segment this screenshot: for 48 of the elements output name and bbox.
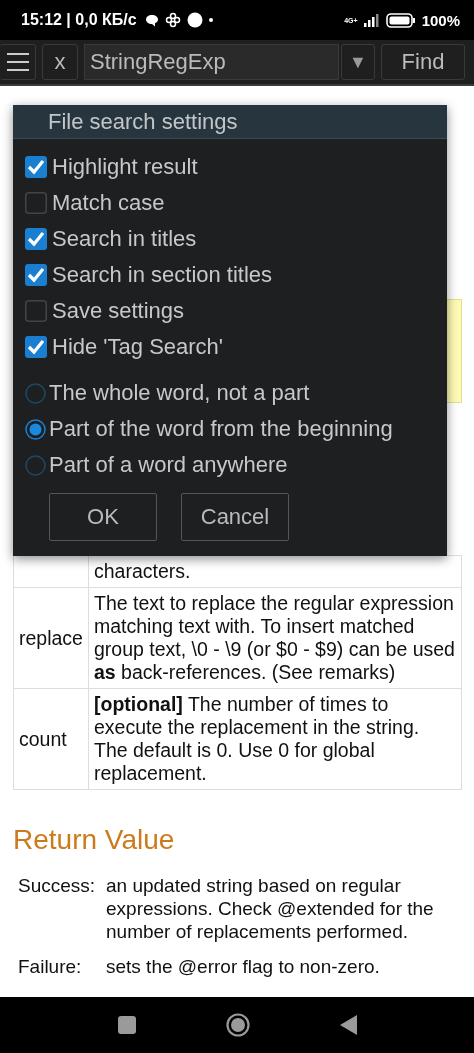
param-description: The text to replace the regular expression matching text with. To insert matched group text, \0 - \9 (or $0 - $9) can be used as back-references. (See remarks) [94,592,455,683]
return-text: sets the @error flag to non-zero. [106,955,380,978]
option-label: Part of a word anywhere [49,452,288,478]
chat-icon [144,13,159,27]
signal-icon [363,13,380,27]
radio-button[interactable] [25,454,46,476]
home-icon[interactable] [225,1013,250,1037]
back-icon[interactable] [339,1015,357,1035]
menu-button[interactable] [0,44,36,80]
checkbox[interactable] [25,336,47,358]
param-description: characters. [94,560,191,582]
option-label: The whole word, not a part [49,380,310,406]
battery-icon [385,12,416,28]
radio-button[interactable] [25,418,46,440]
return-label: Failure: [18,955,83,978]
checkbox[interactable] [25,228,47,250]
menu-icon [5,51,30,73]
dot-icon [208,18,213,22]
dialog-title: File search settings [13,105,447,139]
find-button[interactable]: Find [381,44,465,80]
option-label: Search in section titles [52,262,273,288]
checkbox[interactable] [25,192,47,214]
checkbox[interactable] [25,264,47,286]
ok-button[interactable]: OK [49,493,157,541]
clear-button[interactable]: x [42,44,78,80]
radio-button[interactable] [25,382,46,404]
checkbox[interactable] [25,300,47,322]
param-description: [optional] The number of times to execute the replacement in the string. The default is 0. Use 0 for global replacement. [94,693,420,784]
option-label: Hide 'Tag Search' [52,334,224,360]
search-field[interactable]: StringRegExp [84,44,339,80]
battery-level: 100% [421,11,460,29]
recents-icon[interactable] [117,1016,136,1034]
option-label: Match case [52,190,165,216]
section-heading: Return Value [13,824,176,856]
option-label: Highlight result [52,154,198,180]
option-label: Part of the word from the beginning [49,416,393,442]
return-label: Success: [18,874,97,898]
param-name: count [13,688,89,790]
option-label: Search in titles [52,226,197,252]
option-label: Save settings [52,298,185,324]
dropdown-button[interactable]: ▼ [341,44,375,80]
status-time: 15:12 | 0,0 КБ/с [21,11,137,29]
flower-icon [164,12,181,28]
checkbox[interactable] [25,156,47,178]
circle-icon [186,12,203,28]
return-text: an updated string based on regular expressions. Check @extended for the number of replacements performed. [106,874,435,943]
param-name: replace [13,587,89,689]
cancel-button[interactable]: Cancel [181,493,289,541]
